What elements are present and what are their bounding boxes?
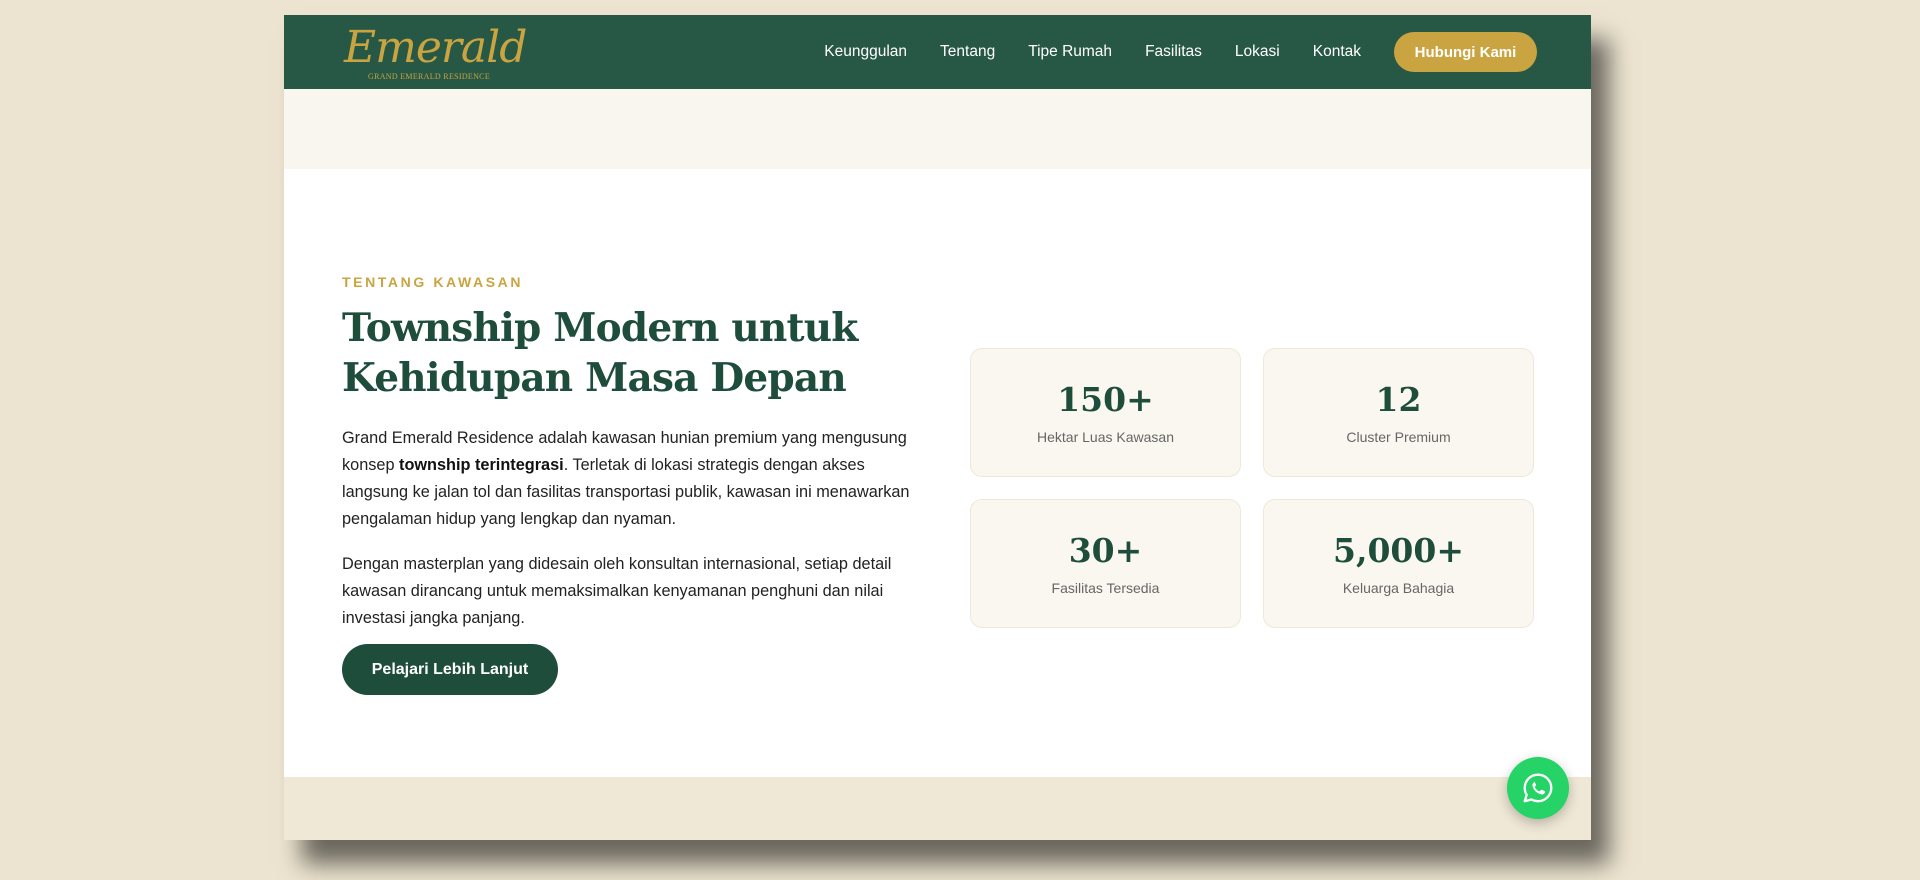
stat-value: 30+ <box>1068 531 1143 570</box>
stats-grid: 150+ Hektar Luas Kawasan 12 Cluster Prem… <box>970 348 1538 630</box>
stat-value: 150+ <box>1057 380 1154 419</box>
stat-card: 5,000+ Keluarga Bahagia <box>1263 499 1534 628</box>
browser-viewport: Emerald GRAND EMERALD RESIDENCE Keunggul… <box>284 15 1591 840</box>
previous-section-bottom <box>284 89 1591 169</box>
site-header: Emerald GRAND EMERALD RESIDENCE Keunggul… <box>284 15 1591 89</box>
nav-link-tentang[interactable]: Tentang <box>940 43 995 61</box>
nav-link-lokasi[interactable]: Lokasi <box>1235 43 1280 61</box>
about-paragraph-1: Grand Emerald Residence adalah kawasan h… <box>342 425 914 533</box>
contact-button[interactable]: Hubungi Kami <box>1394 32 1537 72</box>
stat-label: Keluarga Bahagia <box>1342 580 1455 596</box>
main-navigation: Keunggulan Tentang Tipe Rumah Fasilitas … <box>824 15 1361 89</box>
whatsapp-icon <box>1523 773 1553 803</box>
about-paragraph-2: Dengan masterplan yang didesain oleh kon… <box>342 555 892 627</box>
stat-label: Cluster Premium <box>1346 429 1451 445</box>
stat-card: 30+ Fasilitas Tersedia <box>970 499 1241 628</box>
about-section: TENTANG KAWASAN Township Modern untuk Ke… <box>284 169 1591 777</box>
nav-link-keunggulan[interactable]: Keunggulan <box>824 43 907 61</box>
next-section-top <box>284 777 1591 840</box>
logo-wordmark: Emerald <box>344 22 527 73</box>
nav-link-fasilitas[interactable]: Fasilitas <box>1145 43 1202 61</box>
logo-subtitle: GRAND EMERALD RESIDENCE <box>368 72 491 81</box>
section-eyebrow: TENTANG KAWASAN <box>342 274 524 290</box>
whatsapp-button[interactable] <box>1507 757 1569 819</box>
learn-more-button[interactable]: Pelajari Lebih Lanjut <box>342 644 558 695</box>
stat-card: 12 Cluster Premium <box>1263 348 1534 477</box>
about-paragraph-1-emphasis: township terintegrasi <box>399 456 564 474</box>
brand-logo[interactable]: Emerald GRAND EMERALD RESIDENCE <box>344 23 527 82</box>
nav-link-kontak[interactable]: Kontak <box>1313 43 1361 61</box>
section-heading: Township Modern untuk Kehidupan Masa Dep… <box>342 305 858 401</box>
nav-link-tipe-rumah[interactable]: Tipe Rumah <box>1028 43 1112 61</box>
stat-value: 5,000+ <box>1333 531 1464 570</box>
stat-label: Hektar Luas Kawasan <box>1037 429 1174 445</box>
stat-value: 12 <box>1375 380 1422 419</box>
stat-label: Fasilitas Tersedia <box>1051 580 1160 596</box>
stat-card: 150+ Hektar Luas Kawasan <box>970 348 1241 477</box>
